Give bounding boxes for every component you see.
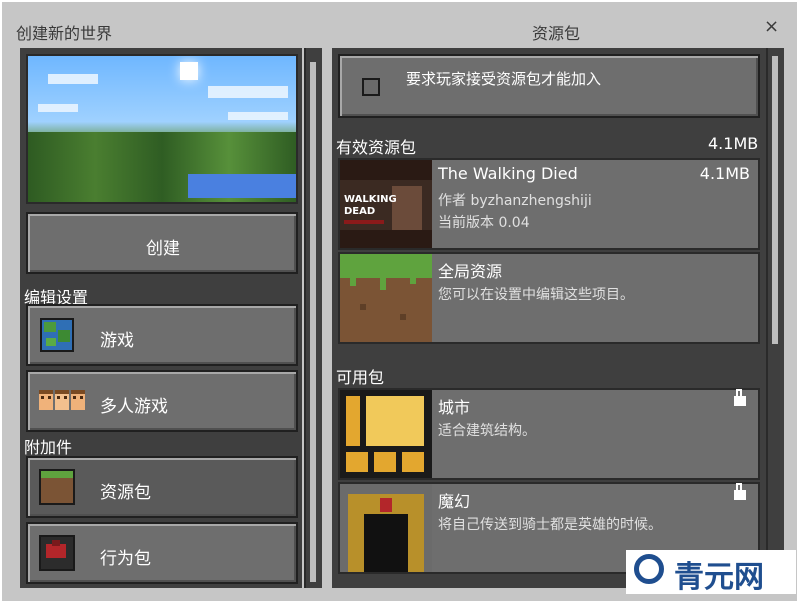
cloud [38,104,78,112]
behavior-packs-button[interactable]: 行为包 [26,522,298,584]
cloud [48,74,98,84]
require-packs-toggle[interactable]: 要求玩家接受资源包才能加入 [338,54,760,118]
pack-description: 适合建筑结构。 [438,423,536,439]
pack-version: 当前版本 0.04 [438,215,530,231]
left-scrollbar[interactable] [304,48,322,588]
resource-packs-label: 资源包 [100,483,151,503]
players-icon [38,384,86,422]
create-button-label: 创建 [146,239,180,259]
active-packs-size: 4.1MB [708,134,759,153]
sun-icon [180,62,198,80]
watermark-text: 青元网 [674,560,764,595]
pack-thumbnail: WALKING DEAD [340,160,432,248]
behavior-packs-label: 行为包 [100,549,151,569]
game-settings-button[interactable]: 游戏 [26,304,298,366]
active-pack-global[interactable]: 全局资源 您可以在设置中编辑这些项目。 [338,252,760,344]
available-packs-heading: 可用包 [336,368,385,387]
watermark-logo: 青元网 [626,550,796,595]
resource-packs-button[interactable]: 资源包 [26,456,298,518]
active-packs-heading: 有效资源包 [336,138,417,157]
right-panel: 要求玩家接受资源包才能加入 有效资源包 4.1MB WALKING DEAD T… [332,48,766,588]
require-packs-label: 要求玩家接受资源包才能加入 [406,70,602,88]
globe-icon [38,316,76,354]
pack-size: 4.1MB [699,164,750,183]
create-world-window: 创建新的世界 资源包 × 创建 编辑设置 游戏 多人游戏 附加件 资源包 行为包… [0,0,799,603]
lock-icon [734,483,746,500]
cloud [228,112,288,120]
right-scrollbar[interactable] [766,48,784,588]
page-title: 创建新的世界 [16,24,113,43]
section-title: 资源包 [532,24,581,43]
water [188,174,296,198]
behavior-pack-icon [38,534,76,572]
watermark-q-icon [634,554,664,584]
pack-description: 将自己传送到骑士都是英雄的时候。 [438,517,662,533]
pack-name: 城市 [438,398,471,417]
fantasy-pack-icon [340,484,432,572]
close-icon[interactable]: × [764,16,779,37]
require-packs-checkbox[interactable] [362,78,380,96]
pack-name: 全局资源 [438,262,503,281]
active-pack-walking-died[interactable]: WALKING DEAD The Walking Died 4.1MB 作者 b… [338,158,760,250]
multiplayer-settings-label: 多人游戏 [100,397,168,417]
available-pack-city[interactable]: 城市 适合建筑结构。 [338,388,760,480]
create-button[interactable]: 创建 [26,212,298,274]
game-settings-label: 游戏 [100,331,134,351]
grass-block-icon [38,468,76,506]
world-preview-image [26,54,298,204]
lock-icon [734,389,746,406]
cloud [208,86,288,98]
pack-name: 魔幻 [438,492,471,511]
city-pack-icon [340,390,432,478]
left-scrollbar-thumb[interactable] [310,62,316,582]
left-panel: 创建 编辑设置 游戏 多人游戏 附加件 资源包 行为包 [20,48,302,588]
header-bar: 创建新的世界 资源包 × [2,2,797,46]
pack-thumbnail-text: WALKING DEAD [344,194,397,217]
grass-block-icon [340,254,432,342]
pack-name: The Walking Died [438,164,578,183]
multiplayer-settings-button[interactable]: 多人游戏 [26,370,298,432]
pack-description: 您可以在设置中编辑这些项目。 [438,287,634,303]
pack-author: 作者 byzhanzhengshiji [438,193,592,209]
addons-heading: 附加件 [24,438,73,457]
right-scrollbar-thumb[interactable] [772,56,778,344]
